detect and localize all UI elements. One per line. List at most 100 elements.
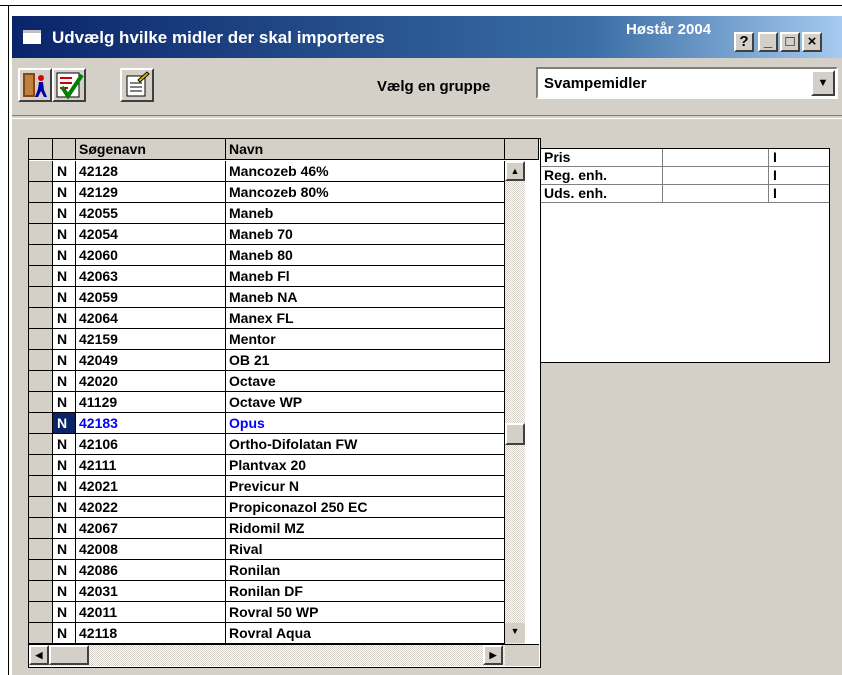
dropdown-button[interactable]: ▼ bbox=[811, 70, 835, 96]
row-selector[interactable] bbox=[29, 581, 53, 602]
scroll-down-button[interactable]: ▼ bbox=[505, 623, 525, 643]
row-search-name[interactable]: 42067 bbox=[76, 518, 226, 539]
row-name[interactable]: Ridomil MZ bbox=[226, 518, 505, 539]
row-flag[interactable]: N bbox=[53, 182, 76, 203]
table-row[interactable]: N 42011 Rovral 50 WP bbox=[29, 602, 505, 623]
row-selector[interactable] bbox=[29, 602, 53, 623]
info-unit[interactable]: I bbox=[769, 149, 829, 167]
row-name[interactable]: Octave bbox=[226, 371, 505, 392]
row-search-name[interactable]: 42059 bbox=[76, 287, 226, 308]
minimize-button[interactable]: _ bbox=[758, 32, 778, 52]
row-name[interactable]: Maneb NA bbox=[226, 287, 505, 308]
row-selector[interactable] bbox=[29, 203, 53, 224]
row-flag[interactable]: N bbox=[53, 497, 76, 518]
row-search-name[interactable]: 42020 bbox=[76, 371, 226, 392]
row-flag[interactable]: N bbox=[53, 413, 76, 434]
row-flag[interactable]: N bbox=[53, 371, 76, 392]
row-search-name[interactable]: 41129 bbox=[76, 392, 226, 413]
row-flag[interactable]: N bbox=[53, 224, 76, 245]
row-selector[interactable] bbox=[29, 224, 53, 245]
table-row[interactable]: N 42111 Plantvax 20 bbox=[29, 455, 505, 476]
row-search-name[interactable]: 42129 bbox=[76, 182, 226, 203]
row-flag[interactable]: N bbox=[53, 161, 76, 182]
group-select[interactable]: Svampemidler ▼ bbox=[536, 67, 838, 99]
row-selector[interactable] bbox=[29, 455, 53, 476]
table-row[interactable]: N 42063 Maneb Fl bbox=[29, 266, 505, 287]
row-flag[interactable]: N bbox=[53, 518, 76, 539]
row-flag[interactable]: N bbox=[53, 602, 76, 623]
row-search-name[interactable]: 42022 bbox=[76, 497, 226, 518]
help-button[interactable]: ? bbox=[734, 32, 754, 52]
header-search-name[interactable]: Søgenavn bbox=[76, 139, 226, 160]
row-flag[interactable]: N bbox=[53, 623, 76, 644]
table-row[interactable]: N 42086 Ronilan bbox=[29, 560, 505, 581]
row-name[interactable]: Ortho-Difolatan FW bbox=[226, 434, 505, 455]
scroll-left-button[interactable]: ◀ bbox=[29, 645, 49, 665]
row-selector[interactable] bbox=[29, 434, 53, 455]
info-unit[interactable]: I bbox=[769, 167, 829, 185]
table-row[interactable]: N 42129 Mancozeb 80% bbox=[29, 182, 505, 203]
row-name[interactable]: Maneb 80 bbox=[226, 245, 505, 266]
close-button[interactable]: × bbox=[802, 32, 822, 52]
vertical-scrollbar[interactable]: ▲ ▼ bbox=[505, 161, 525, 644]
row-search-name[interactable]: 42021 bbox=[76, 476, 226, 497]
row-flag[interactable]: N bbox=[53, 476, 76, 497]
row-flag[interactable]: N bbox=[53, 329, 76, 350]
row-flag[interactable]: N bbox=[53, 560, 76, 581]
table-row[interactable]: N 42031 Ronilan DF bbox=[29, 581, 505, 602]
row-name[interactable]: Mancozeb 46% bbox=[226, 161, 505, 182]
row-selector[interactable] bbox=[29, 497, 53, 518]
header-name[interactable]: Navn bbox=[226, 139, 505, 160]
table-row[interactable]: N 42022 Propiconazol 250 EC bbox=[29, 497, 505, 518]
row-selector[interactable] bbox=[29, 518, 53, 539]
table-row[interactable]: N 42059 Maneb NA bbox=[29, 287, 505, 308]
row-search-name[interactable]: 42054 bbox=[76, 224, 226, 245]
row-selector[interactable] bbox=[29, 539, 53, 560]
row-search-name[interactable]: 42060 bbox=[76, 245, 226, 266]
table-row[interactable]: N 42060 Maneb 80 bbox=[29, 245, 505, 266]
table-row[interactable]: N 42064 Manex FL bbox=[29, 308, 505, 329]
row-flag[interactable]: N bbox=[53, 455, 76, 476]
title-bar[interactable]: Udvælg hvilke midler der skal importeres… bbox=[12, 16, 842, 58]
row-flag[interactable]: N bbox=[53, 350, 76, 371]
row-search-name[interactable]: 42183 bbox=[76, 413, 226, 434]
row-search-name[interactable]: 42049 bbox=[76, 350, 226, 371]
row-flag[interactable]: N bbox=[53, 266, 76, 287]
row-name[interactable]: Rovral Aqua bbox=[226, 623, 505, 644]
row-flag[interactable]: N bbox=[53, 539, 76, 560]
row-flag[interactable]: N bbox=[53, 392, 76, 413]
row-selector[interactable] bbox=[29, 560, 53, 581]
row-name[interactable]: Plantvax 20 bbox=[226, 455, 505, 476]
row-name[interactable]: OB 21 bbox=[226, 350, 505, 371]
table-row[interactable]: N 42049 OB 21 bbox=[29, 350, 505, 371]
table-row[interactable]: N 42183 Opus bbox=[29, 413, 505, 434]
exit-button[interactable] bbox=[18, 68, 52, 102]
row-selector[interactable] bbox=[29, 182, 53, 203]
table-row[interactable]: N 42020 Octave bbox=[29, 371, 505, 392]
row-name[interactable]: Octave WP bbox=[226, 392, 505, 413]
row-flag[interactable]: N bbox=[53, 308, 76, 329]
row-name[interactable]: Maneb 70 bbox=[226, 224, 505, 245]
row-selector[interactable] bbox=[29, 476, 53, 497]
row-search-name[interactable]: 42031 bbox=[76, 581, 226, 602]
select-all-button[interactable] bbox=[52, 68, 86, 102]
table-row[interactable]: N 42106 Ortho-Difolatan FW bbox=[29, 434, 505, 455]
row-selector[interactable] bbox=[29, 623, 53, 644]
row-selector[interactable] bbox=[29, 308, 53, 329]
horizontal-scroll-thumb[interactable] bbox=[49, 645, 89, 665]
row-search-name[interactable]: 42111 bbox=[76, 455, 226, 476]
row-selector[interactable] bbox=[29, 161, 53, 182]
scroll-up-button[interactable]: ▲ bbox=[505, 161, 525, 181]
table-row[interactable]: N 42054 Maneb 70 bbox=[29, 224, 505, 245]
scroll-right-button[interactable]: ▶ bbox=[483, 645, 503, 665]
row-flag[interactable]: N bbox=[53, 581, 76, 602]
row-flag[interactable]: N bbox=[53, 434, 76, 455]
table-row[interactable]: N 42055 Maneb bbox=[29, 203, 505, 224]
row-name[interactable]: Rovral 50 WP bbox=[226, 602, 505, 623]
row-selector[interactable] bbox=[29, 371, 53, 392]
row-selector[interactable] bbox=[29, 392, 53, 413]
row-flag[interactable]: N bbox=[53, 287, 76, 308]
info-value[interactable] bbox=[663, 167, 769, 185]
row-selector[interactable] bbox=[29, 329, 53, 350]
row-search-name[interactable]: 42008 bbox=[76, 539, 226, 560]
